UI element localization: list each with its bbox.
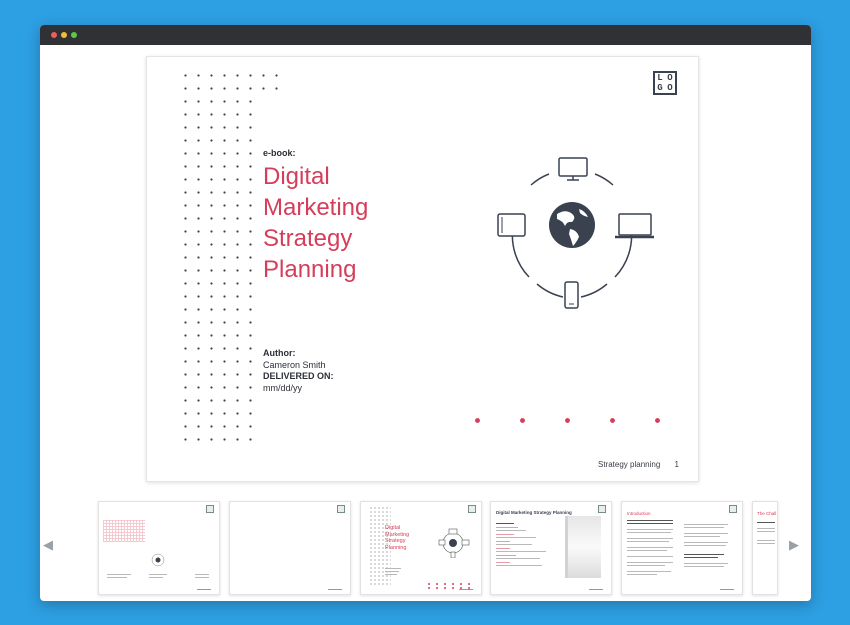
page-thumbnail-strip: ◀ Digital Marketing Strategy Planning Di… [40, 495, 811, 601]
page-thumbnail[interactable] [98, 501, 220, 595]
title-line: Digital [263, 163, 330, 190]
globe-icon [549, 202, 595, 248]
globe-diagram-thumbnail [438, 528, 470, 558]
author-name: Cameron Smith [263, 359, 326, 370]
decorative-red-dots [455, 408, 689, 438]
page-thumbnail-cover[interactable]: Digital Marketing Strategy Planning [360, 501, 482, 595]
logo-placeholder [206, 505, 214, 513]
close-window-button[interactable] [51, 32, 57, 38]
page-number: 1 [674, 460, 679, 469]
delivered-label: DELIVERED ON: [263, 371, 334, 381]
thumbnail-photo [565, 516, 601, 578]
thumbnail-grid [103, 520, 145, 542]
author-label: Author: [263, 348, 296, 358]
thumbnail-title: Digital Marketing Strategy Planning [385, 525, 409, 551]
chevron-right-icon[interactable]: ▶ [789, 537, 799, 553]
thumb-title-line: Planning [385, 544, 407, 551]
decorative-dot-grid [179, 69, 259, 444]
title-line: Planning [263, 256, 357, 283]
minimize-window-button[interactable] [61, 32, 67, 38]
app-window: L O G O e-book: Digital Marketing Strate… [40, 25, 811, 601]
title-bar [40, 25, 811, 45]
decorative-dot-grid-top [257, 69, 285, 95]
ebook-label: e-book: [263, 148, 296, 158]
author-info: Author: Cameron Smith DELIVERED ON: mm/d… [263, 348, 334, 394]
thumbnail-title: Introduction [627, 511, 651, 516]
title-line: Marketing [263, 194, 369, 221]
logo-placeholder [468, 505, 476, 513]
page-thumbnail-contents[interactable]: Digital Marketing Strategy Planning [490, 501, 612, 595]
laptop-icon [615, 213, 654, 239]
chevron-left-icon[interactable]: ◀ [43, 537, 53, 553]
page-thumbnail-introduction[interactable]: Introduction [621, 501, 743, 595]
logo-letter: O [667, 73, 673, 83]
smartphone-icon [564, 281, 579, 309]
logo-letter: L [657, 73, 663, 83]
tablet-icon [497, 213, 526, 237]
zoom-window-button[interactable] [71, 32, 77, 38]
logo-placeholder [729, 505, 737, 513]
thumbnail-title: Digital Marketing Strategy Planning [496, 510, 572, 515]
devices-globe-illustration [497, 157, 654, 309]
logo-placeholder [337, 505, 345, 513]
thumbnail-red-dots [425, 582, 475, 589]
monitor-icon [558, 157, 588, 181]
footer-text: Strategy planning [598, 460, 661, 469]
logo-letter: G [657, 83, 663, 93]
ebook-cover-page: L O G O e-book: Digital Marketing Strate… [146, 56, 699, 482]
page-footer: Strategy planning 1 [598, 460, 679, 469]
delivered-date: mm/dd/yy [263, 382, 303, 393]
ebook-title: Digital Marketing Strategy Planning [263, 161, 463, 285]
globe-diagram-thumbnail [151, 553, 165, 567]
page-thumbnail[interactable] [229, 501, 351, 595]
thumbnail-title: The Chall [757, 511, 777, 516]
logo-placeholder: L O G O [653, 71, 677, 95]
title-line: Strategy [263, 225, 353, 252]
logo-letter: O [667, 83, 673, 93]
logo-placeholder [598, 505, 606, 513]
page-thumbnail-partial[interactable]: The Chall [752, 501, 778, 595]
